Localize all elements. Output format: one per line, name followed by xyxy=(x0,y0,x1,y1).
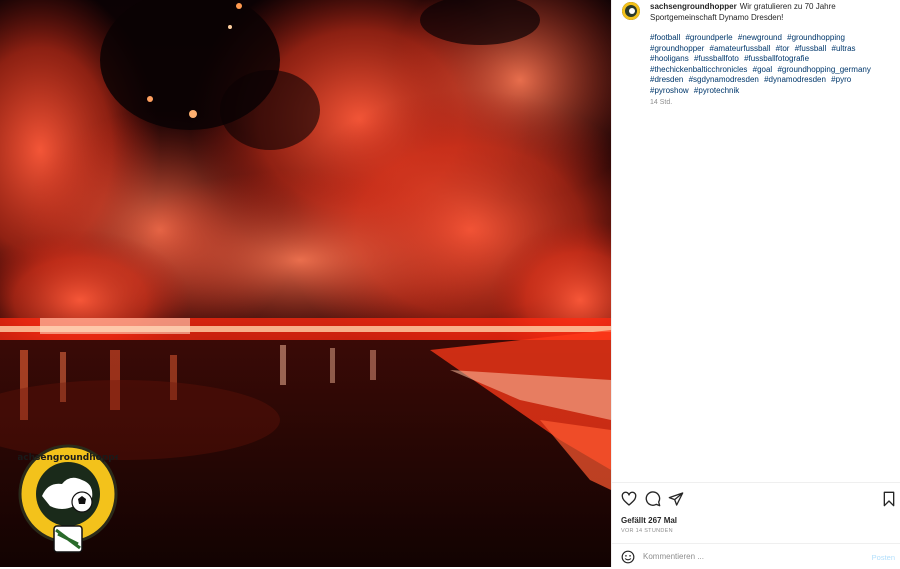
post-age: 14 Std. xyxy=(650,99,673,106)
sachsengroundhopper-logo: Sachsengroundhopper xyxy=(18,444,118,554)
share-icon[interactable] xyxy=(668,491,684,507)
hashtag-link[interactable]: #amateurfussball xyxy=(710,44,771,53)
hashtag-link[interactable]: #pyroshow xyxy=(650,86,689,95)
hashtag-link[interactable]: #groundhopper xyxy=(650,44,704,53)
hashtag-link[interactable]: #pyro xyxy=(831,75,851,84)
hashtag-link[interactable]: #fussballfotografie xyxy=(744,54,809,63)
hashtag-list: #football #groundperle #newground #groun… xyxy=(650,33,896,96)
post-sidebar: sachsengroundhopper Wir gratulieren zu 70… xyxy=(611,0,900,567)
hashtag-link[interactable]: #pyrotechnik xyxy=(694,86,739,95)
logo-text: Sachsengroundhopper xyxy=(18,453,118,463)
hashtag-link[interactable]: #newground xyxy=(738,33,782,42)
hashtag-link[interactable]: #fussballfoto xyxy=(694,54,739,63)
heart-icon[interactable] xyxy=(621,491,637,507)
post-timestamp: VOR 14 STUNDEN xyxy=(621,528,673,534)
hashtag-link[interactable]: #goal xyxy=(753,65,773,74)
action-bar: Gefällt 267 Mal VOR 14 STUNDEN Posten xyxy=(612,482,900,568)
username-link[interactable]: sachsengroundhopper xyxy=(650,2,737,11)
hashtag-link[interactable]: #sgdynamodresden xyxy=(689,75,759,84)
hashtag-link[interactable]: #football xyxy=(650,33,680,42)
comment-box: Posten xyxy=(612,543,900,569)
hashtag-link[interactable]: #tor xyxy=(776,44,790,53)
comment-icon[interactable] xyxy=(645,491,661,507)
bookmark-icon[interactable] xyxy=(881,491,897,507)
hashtag-link[interactable]: #dresden xyxy=(650,75,683,84)
like-count[interactable]: Gefällt 267 Mal xyxy=(621,516,677,525)
avatar[interactable] xyxy=(622,2,640,20)
post-media[interactable]: Sachsengroundhopper xyxy=(0,0,611,567)
hashtag-link[interactable]: #fussball xyxy=(795,44,827,53)
hashtag-link[interactable]: #dynamodresden xyxy=(764,75,826,84)
hashtag-link[interactable]: #ultras xyxy=(832,44,856,53)
hashtag-link[interactable]: #hooligans xyxy=(650,54,689,63)
hashtag-link[interactable]: #groundhopping_germany xyxy=(777,65,870,74)
emoji-icon[interactable] xyxy=(621,550,635,564)
hashtag-link[interactable]: #groundperle xyxy=(685,33,732,42)
comment-input[interactable] xyxy=(643,549,853,564)
caption-text: sachsengroundhopper Wir gratulieren zu 70… xyxy=(650,2,896,23)
hashtag-link[interactable]: #thechickenbalticchronicles xyxy=(650,65,747,74)
post-comment-button[interactable]: Posten xyxy=(872,553,895,562)
hashtag-link[interactable]: #groundhopping xyxy=(787,33,845,42)
